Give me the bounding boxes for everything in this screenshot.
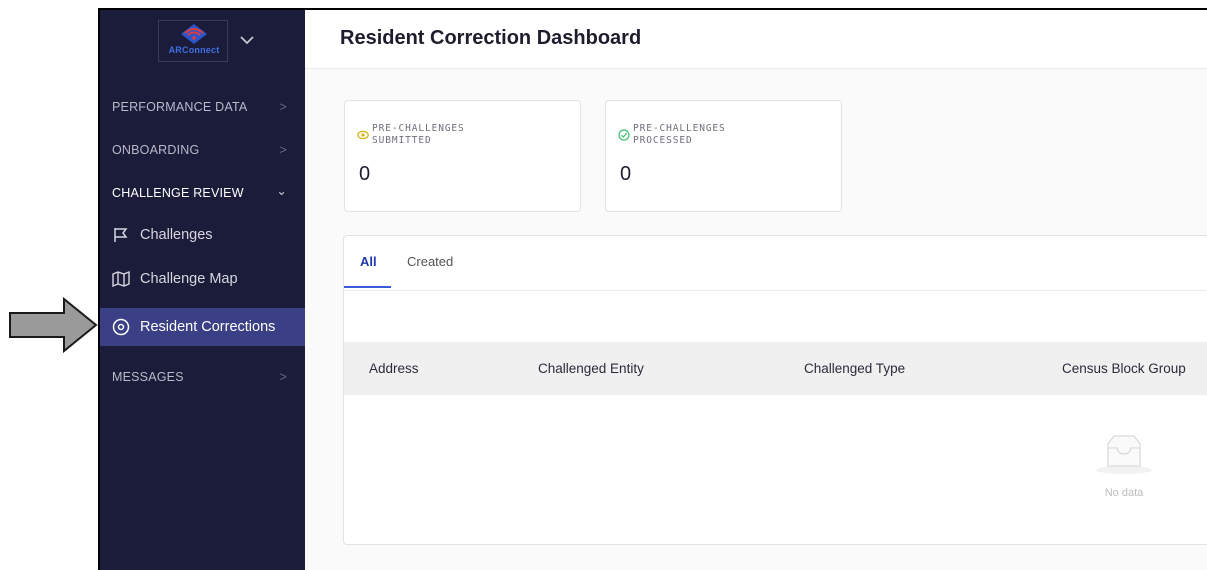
main-content: Resident Correction Dashboard PRE-CHALLE… (305, 10, 1207, 570)
sidebar-item-challenges[interactable]: Challenges (100, 216, 305, 254)
column-header-challenged-type[interactable]: Challenged Type (804, 361, 905, 376)
section-label: ONBOARDING (112, 143, 200, 157)
sidebar-section-challenge-review[interactable]: CHALLENGE REVIEW ⌄ (100, 179, 305, 207)
sidebar-section-performance-data[interactable]: PERFORMANCE DATA > (100, 93, 305, 121)
column-header-census-block-group[interactable]: Census Block Group (1062, 361, 1186, 376)
logo-text: ARConnect (168, 45, 220, 55)
app-window: ARConnect PERFORMANCE DATA > ONBOARDING … (98, 8, 1207, 570)
empty-state-text: No data (1104, 487, 1144, 499)
location-pin-icon (112, 318, 130, 336)
sidebar-item-label: Resident Corrections (140, 319, 276, 335)
tab-created[interactable]: Created (407, 254, 453, 269)
eye-icon (357, 130, 369, 140)
active-tab-indicator (344, 286, 391, 288)
sidebar-item-resident-corrections[interactable]: Resident Corrections (100, 308, 305, 346)
challenges-table-card: All Created Address Challenged Entity Ch… (343, 235, 1207, 545)
chevron-right-icon: > (279, 143, 287, 157)
sidebar-item-label: Challenges (140, 227, 213, 243)
empty-inbox-icon (1096, 435, 1152, 474)
section-label: CHALLENGE REVIEW (112, 186, 244, 200)
stat-card-processed: PRE-CHALLENGES PROCESSED 0 (605, 100, 842, 212)
check-circle-icon (618, 129, 630, 141)
chevron-right-icon: > (279, 370, 287, 384)
section-label: PERFORMANCE DATA (112, 100, 248, 114)
table-header: Address Challenged Entity Challenged Typ… (344, 342, 1207, 395)
stat-value: 0 (620, 163, 632, 185)
tab-bar: All Created (344, 236, 1207, 291)
pointer-arrow-icon (9, 297, 98, 353)
stat-label: PROCESSED (633, 135, 693, 146)
empty-state: No data (1079, 434, 1169, 499)
chevron-down-icon: ⌄ (276, 183, 287, 198)
stat-label: PRE-CHALLENGES (372, 123, 465, 134)
chevron-down-icon[interactable] (240, 36, 254, 45)
sidebar-item-label: Challenge Map (140, 271, 238, 287)
sidebar-section-messages[interactable]: MESSAGES > (100, 363, 305, 391)
tab-all[interactable]: All (360, 254, 377, 269)
stat-card-submitted: PRE-CHALLENGES SUBMITTED 0 (344, 100, 581, 212)
stat-value: 0 (359, 163, 371, 185)
logo[interactable]: ARConnect (158, 20, 232, 64)
sidebar-item-challenge-map[interactable]: Challenge Map (100, 260, 305, 298)
stat-label: SUBMITTED (372, 135, 432, 146)
sidebar-section-onboarding[interactable]: ONBOARDING > (100, 136, 305, 164)
stat-label: PRE-CHALLENGES (633, 123, 726, 134)
wifi-diamond-icon (181, 24, 207, 44)
chevron-right-icon: > (279, 100, 287, 114)
map-icon (112, 270, 130, 288)
column-header-address[interactable]: Address (369, 361, 419, 376)
sidebar: ARConnect PERFORMANCE DATA > ONBOARDING … (100, 10, 305, 570)
section-label: MESSAGES (112, 370, 184, 384)
page-title: Resident Correction Dashboard (340, 27, 642, 49)
header: Resident Correction Dashboard (305, 10, 1207, 69)
flag-icon (112, 226, 130, 244)
column-header-challenged-entity[interactable]: Challenged Entity (538, 361, 644, 376)
